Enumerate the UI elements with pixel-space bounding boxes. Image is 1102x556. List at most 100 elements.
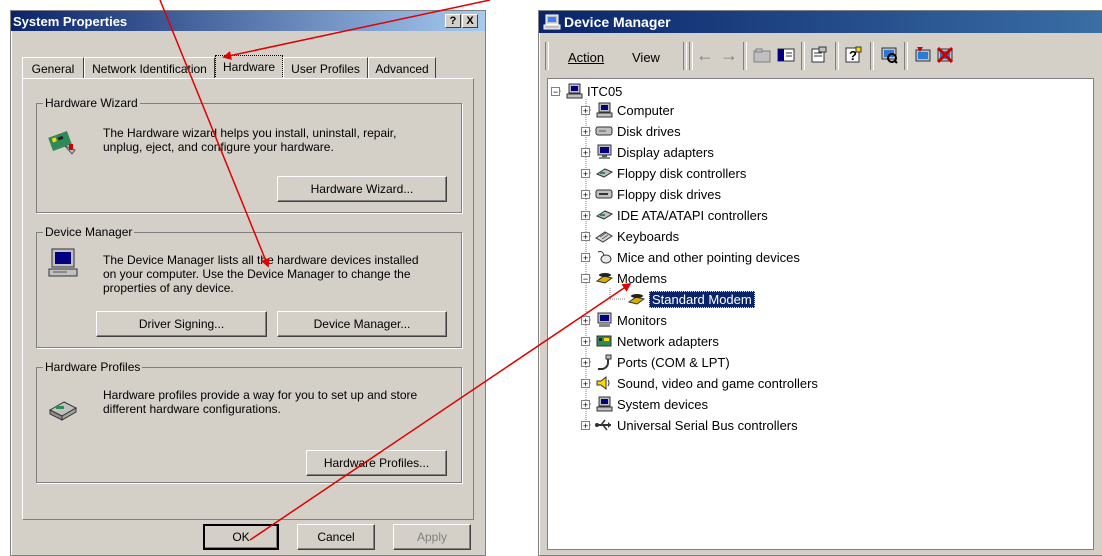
menu-view[interactable]: View	[632, 50, 660, 65]
driver-signing-button[interactable]: Driver Signing...	[96, 311, 267, 337]
update-driver-icon[interactable]	[912, 44, 934, 66]
toolbar-separator	[689, 42, 693, 70]
tree-root[interactable]: − ITC05	[551, 81, 622, 101]
device-manager-button[interactable]: Device Manager...	[277, 311, 447, 337]
modem-icon	[627, 294, 645, 305]
cancel-button[interactable]: Cancel	[297, 524, 375, 550]
expand-icon[interactable]: +	[581, 252, 590, 262]
menu-action[interactable]: Action	[568, 50, 604, 65]
system-properties-titlebar: System Properties	[11, 11, 485, 31]
tree-item-ports[interactable]: + Ports (COM & LPT)	[581, 352, 730, 372]
system-properties-title: System Properties	[13, 13, 128, 29]
tree-item-label: Universal Serial Bus controllers	[617, 417, 798, 433]
expand-icon[interactable]: +	[581, 378, 590, 388]
hardware-wizard-group-label: Hardware Wizard	[43, 96, 140, 110]
scan-hardware-icon[interactable]	[878, 44, 900, 66]
usb-icon	[595, 419, 611, 431]
network-adapter-icon	[596, 335, 612, 347]
up-folder-icon[interactable]	[751, 44, 773, 66]
hardware-profiles-button[interactable]: Hardware Profiles...	[306, 450, 447, 476]
controller-icon	[595, 210, 613, 220]
expand-icon[interactable]: +	[581, 399, 590, 409]
expand-icon[interactable]: +	[581, 420, 590, 430]
keyboard-icon	[595, 231, 613, 243]
disk-drive-icon	[595, 126, 613, 136]
tree-item-monitors[interactable]: + Monitors	[581, 310, 667, 330]
tree-item-label: Sound, video and game controllers	[617, 375, 818, 391]
tree-item-keyboards[interactable]: + Keyboards	[581, 226, 679, 246]
tree-item-label: Floppy disk controllers	[617, 165, 747, 181]
expand-icon[interactable]: +	[581, 210, 590, 220]
tab-advanced[interactable]: Advanced	[368, 57, 436, 79]
forward-arrow-icon[interactable]: →	[718, 44, 740, 66]
tree-item-mice[interactable]: + Mice and other pointing devices	[581, 247, 800, 267]
computer-icon	[596, 396, 613, 412]
expand-icon[interactable]: +	[581, 147, 590, 157]
expand-icon[interactable]: +	[581, 189, 590, 199]
toolbar-separator	[870, 42, 874, 70]
tree-item-modems[interactable]: − Modems	[581, 268, 667, 288]
tree-item-display-adapters[interactable]: + Display adapters	[581, 142, 714, 162]
tree-item-usb-controllers[interactable]: + Universal Serial Bus controllers	[581, 415, 798, 435]
floppy-drive-icon	[595, 189, 613, 199]
hardware-profiles-group: Hardware Profiles Hardware profiles prov…	[36, 360, 462, 483]
apply-button[interactable]: Apply	[393, 524, 471, 550]
tree-item-network-adapters[interactable]: + Network adapters	[581, 331, 719, 351]
hardware-profiles-text-1: Hardware profiles provide a way for you …	[103, 388, 418, 402]
device-tree: − ITC05 + Computer + Disk drives + Displ…	[547, 78, 1094, 550]
system-properties-window: System Properties ? X General Network Id…	[10, 10, 486, 556]
tree-item-ide-controllers[interactable]: + IDE ATA/ATAPI controllers	[581, 205, 768, 225]
display-adapter-icon	[597, 144, 612, 159]
controller-icon	[595, 168, 613, 178]
expand-icon[interactable]: +	[581, 168, 590, 178]
expand-icon[interactable]: +	[581, 126, 590, 136]
tree-item-label-selected: Standard Modem	[649, 290, 755, 308]
mouse-icon	[597, 251, 612, 264]
show-hide-tree-icon[interactable]	[775, 44, 797, 66]
properties-icon[interactable]	[808, 44, 830, 66]
hardware-wizard-button[interactable]: Hardware Wizard...	[277, 176, 447, 202]
close-button[interactable]: X	[462, 14, 478, 28]
tree-item-floppy-disk-drives[interactable]: + Floppy disk drives	[581, 184, 721, 204]
hardware-profiles-icon	[48, 401, 78, 421]
tree-item-disk-drives[interactable]: + Disk drives	[581, 121, 681, 141]
expand-icon[interactable]: +	[581, 105, 590, 115]
ok-button[interactable]: OK	[203, 524, 279, 550]
tab-user-profiles[interactable]: User Profiles	[283, 57, 368, 79]
tree-item-label: Floppy disk drives	[617, 186, 722, 202]
tree-item-floppy-disk-controllers[interactable]: + Floppy disk controllers	[581, 163, 746, 183]
tree-item-label: Network adapters	[617, 333, 719, 349]
speaker-icon	[596, 375, 610, 391]
back-arrow-icon[interactable]: ←	[694, 44, 716, 66]
expand-icon[interactable]: +	[581, 315, 590, 325]
help-button[interactable]: ?	[445, 14, 461, 28]
expand-icon[interactable]: +	[581, 357, 590, 367]
tree-item-label: Keyboards	[617, 228, 680, 244]
modem-icon	[595, 273, 613, 284]
tree-item-standard-modem[interactable]: Standard Modem	[627, 289, 755, 309]
tree-item-label: System devices	[617, 396, 709, 412]
expand-icon[interactable]: +	[581, 231, 590, 241]
toolbar-separator	[683, 42, 687, 70]
tree-item-computer[interactable]: + Computer	[581, 100, 674, 120]
device-manager-titlebar: Device Manager	[539, 11, 1102, 33]
hardware-wizard-text-2: unplug, eject, and configure your hardwa…	[103, 140, 334, 154]
tree-item-sound[interactable]: + Sound, video and game controllers	[581, 373, 818, 393]
collapse-icon[interactable]: −	[551, 86, 560, 96]
tab-network-identification[interactable]: Network Identification	[84, 57, 215, 79]
uninstall-icon[interactable]	[934, 44, 956, 66]
tree-item-label: IDE ATA/ATAPI controllers	[617, 207, 768, 223]
hardware-wizard-text-1: The Hardware wizard helps you install, u…	[103, 126, 397, 140]
toolbar-separator	[801, 42, 805, 70]
toolbar-separator	[835, 42, 839, 70]
expand-icon[interactable]: +	[581, 336, 590, 346]
device-manager-group: Device Manager The Device Manager lists …	[36, 225, 462, 348]
help-icon[interactable]: ?	[842, 44, 864, 66]
tab-general[interactable]: General	[22, 57, 84, 79]
toolbar-separator	[743, 42, 747, 70]
monitor-icon	[597, 312, 612, 327]
collapse-icon[interactable]: −	[581, 273, 590, 283]
tree-item-system-devices[interactable]: + System devices	[581, 394, 708, 414]
tab-hardware[interactable]: Hardware	[215, 55, 283, 79]
tree-root-label: ITC05	[587, 83, 623, 99]
